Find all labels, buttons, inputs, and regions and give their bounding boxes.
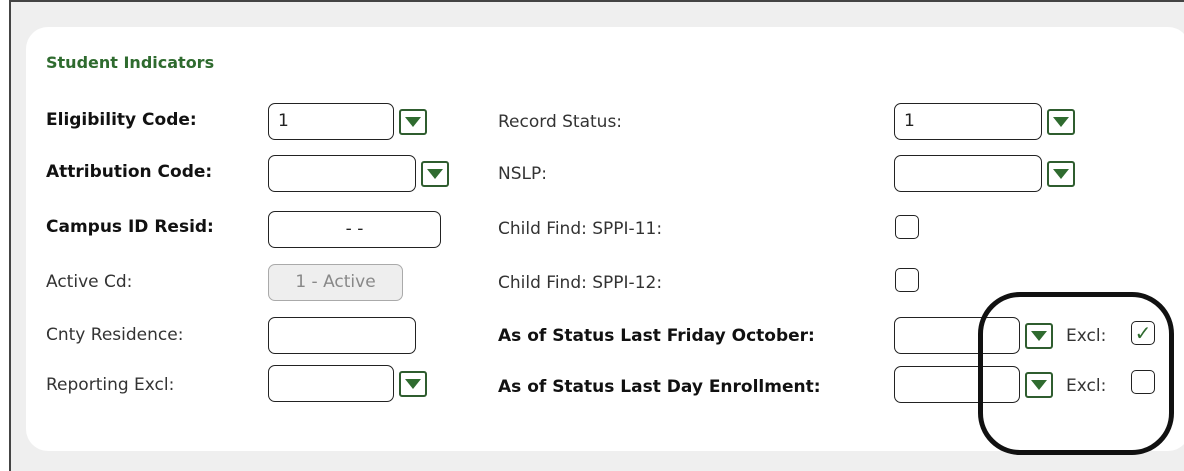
status-last-friday-october-field[interactable] [894, 317, 1020, 354]
status-last-day-enrollment-excl-label: Excl: [1066, 376, 1107, 396]
active-cd-label: Active Cd: [46, 272, 133, 292]
record-status-field[interactable]: 1 [894, 103, 1042, 140]
eligibility-code-dropdown-icon[interactable] [399, 109, 427, 135]
reporting-excl-field[interactable] [268, 365, 394, 402]
attribution-code-field[interactable] [268, 155, 416, 192]
status-last-day-enrollment-dropdown-icon[interactable] [1025, 372, 1053, 398]
record-status-label: Record Status: [498, 112, 623, 132]
reporting-excl-label: Reporting Excl: [46, 375, 175, 395]
status-last-day-enrollment-field[interactable] [894, 366, 1020, 403]
child-find-sppi-11-checkbox[interactable] [895, 215, 919, 239]
child-find-sppi-12-checkbox[interactable] [895, 268, 919, 292]
reporting-excl-dropdown-icon[interactable] [399, 371, 427, 397]
status-last-day-enrollment-excl-checkbox[interactable] [1131, 370, 1155, 394]
section-title: Student Indicators [46, 53, 215, 72]
campus-id-resid-label: Campus ID Resid: [46, 217, 214, 237]
attribution-code-dropdown-icon[interactable] [421, 161, 449, 187]
attribution-code-label: Attribution Code: [46, 162, 213, 182]
eligibility-code-field[interactable]: 1 [268, 103, 394, 140]
status-last-friday-october-excl-label: Excl: [1066, 326, 1107, 346]
child-find-sppi-12-label: Child Find: SPPI-12: [498, 273, 663, 293]
campus-id-resid-field[interactable]: - - [268, 211, 441, 248]
status-last-friday-october-excl-checkbox[interactable]: ✓ [1131, 321, 1155, 345]
nslp-dropdown-icon[interactable] [1047, 161, 1075, 187]
cnty-residence-field[interactable] [268, 317, 416, 354]
record-status-dropdown-icon[interactable] [1047, 109, 1075, 135]
eligibility-code-label: Eligibility Code: [46, 110, 197, 130]
status-last-friday-october-label: As of Status Last Friday October: [498, 326, 815, 346]
status-last-day-enrollment-label: As of Status Last Day Enrollment: [498, 377, 821, 397]
active-cd-field: 1 - Active [268, 264, 403, 301]
status-last-friday-october-dropdown-icon[interactable] [1025, 323, 1053, 349]
cnty-residence-label: Cnty Residence: [46, 325, 184, 345]
nslp-label: NSLP: [498, 164, 547, 184]
child-find-sppi-11-label: Child Find: SPPI-11: [498, 219, 663, 239]
nslp-field[interactable] [894, 155, 1042, 192]
